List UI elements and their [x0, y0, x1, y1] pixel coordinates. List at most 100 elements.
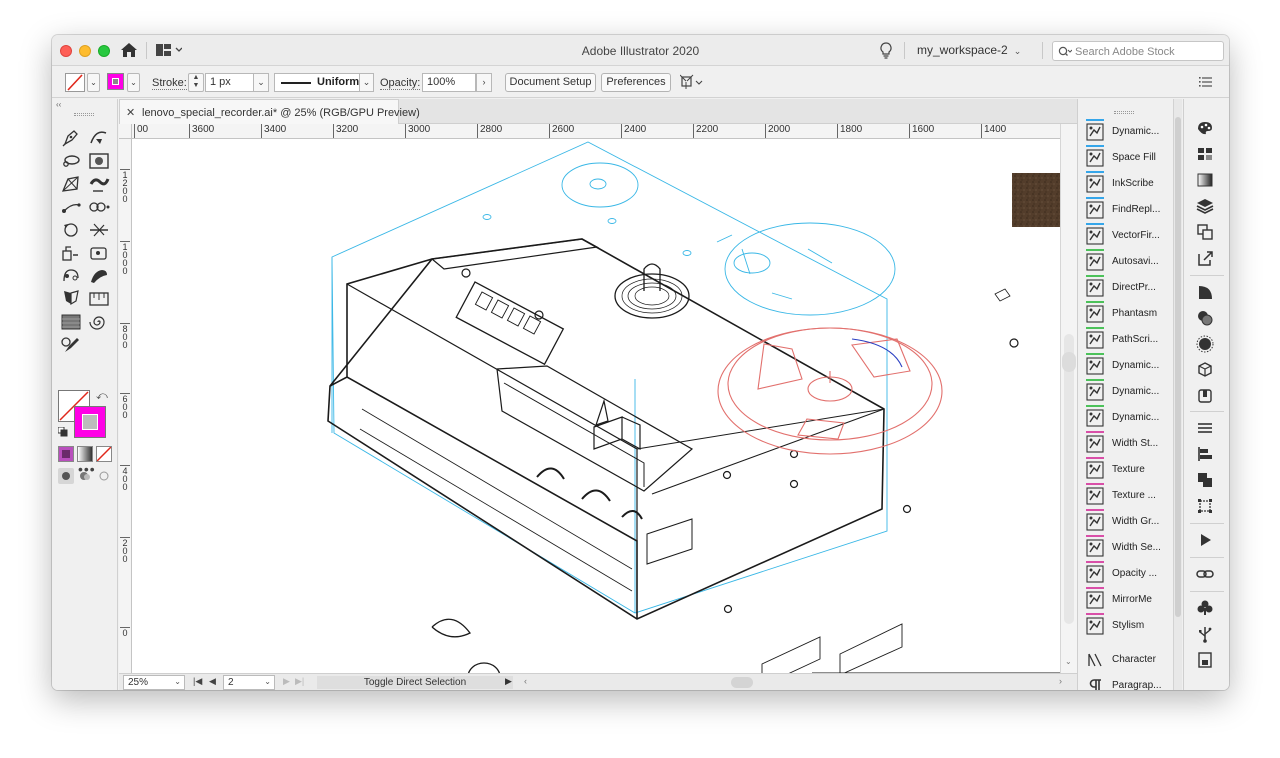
transform-panel-icon[interactable] [1196, 497, 1214, 515]
pen-tool-icon[interactable] [60, 127, 82, 147]
artboards-panel-icon[interactable] [1196, 223, 1214, 241]
line-segment-tool-icon[interactable] [60, 197, 82, 217]
recorder-illustration[interactable] [132, 139, 1060, 673]
document-tab[interactable]: ✕ lenovo_special_recorder.ai* @ 25% (RGB… [119, 99, 420, 124]
none-mode-button[interactable] [96, 446, 112, 462]
color-panel-icon[interactable] [1196, 119, 1214, 137]
opacity-flyout-button[interactable]: › [476, 73, 492, 92]
gradient-mode-button[interactable] [77, 446, 93, 462]
layers-panel-icon[interactable] [1196, 197, 1214, 215]
scissors-tool-icon[interactable] [88, 220, 110, 240]
vertical-ruler[interactable]: 1 2 0 0 1 0 0 0 8 0 0 6 0 0 4 0 0 2 0 0 … [119, 139, 132, 673]
ruler-origin[interactable] [119, 124, 132, 139]
plugin-item[interactable]: DirectPr... [1084, 275, 1168, 299]
home-icon[interactable] [120, 42, 138, 58]
panel-grip[interactable] [1114, 111, 1134, 114]
actions-panel-icon[interactable] [1196, 531, 1214, 549]
usb-plugin-icon[interactable] [1196, 625, 1214, 643]
edit-toolbar-icon[interactable]: ••• [78, 461, 96, 477]
lightbulb-icon[interactable] [880, 42, 892, 59]
pathfinder-panel-icon[interactable] [1196, 471, 1214, 489]
panel-menu-icon[interactable] [1199, 76, 1213, 88]
close-window-button[interactable] [60, 45, 72, 57]
previous-artboard-icon[interactable]: ◀ [209, 676, 216, 687]
opacity-label[interactable]: Opacity: [380, 77, 421, 90]
symbol-sprayer-tool-icon[interactable] [88, 243, 110, 263]
plugin-item[interactable]: Phantasm [1084, 301, 1168, 325]
plugin-item[interactable]: Autosavi... [1084, 249, 1168, 273]
plugin-item[interactable]: Texture [1084, 457, 1168, 481]
texture-tool-icon[interactable] [60, 312, 82, 332]
stock-search-input[interactable] [1075, 44, 1221, 59]
plugin-item[interactable]: PathScri... [1084, 327, 1168, 351]
asset-export-panel-icon[interactable] [1196, 387, 1214, 405]
plugin-item[interactable]: Character [1084, 647, 1168, 671]
scroll-down-icon[interactable]: ⌄ [1065, 657, 1072, 666]
opacity-field[interactable]: 100% [422, 73, 476, 92]
rotate-tool-icon[interactable] [60, 220, 82, 240]
curvature-tool-icon[interactable] [88, 127, 110, 147]
swap-fill-stroke-icon[interactable]: ⤺ [96, 390, 108, 403]
puppet-warp-tool-icon[interactable] [60, 266, 82, 286]
panel-grip[interactable] [74, 113, 94, 116]
shape-builder-tool-icon[interactable] [60, 243, 82, 263]
symbols-club-icon[interactable] [1196, 599, 1214, 617]
minimize-window-button[interactable] [79, 45, 91, 57]
stroke-profile-dropdown[interactable]: ⌄ [359, 73, 374, 92]
width-brush-tool-icon[interactable] [88, 266, 110, 286]
next-artboard-icon[interactable]: ▶ [283, 676, 290, 687]
close-tab-icon[interactable]: ✕ [126, 106, 135, 119]
stroke-weight-dropdown[interactable]: ⌄ [253, 73, 269, 92]
lasso-tool-icon[interactable] [60, 151, 82, 171]
stroke-weight-field[interactable]: 1 px [205, 73, 254, 92]
stroke-swatch[interactable] [65, 73, 85, 92]
draw-normal-icon[interactable] [58, 468, 74, 484]
plugin-item[interactable]: Dynamic... [1084, 405, 1168, 429]
plugin-item[interactable]: Space Fill [1084, 145, 1168, 169]
plugin-item[interactable]: VectorFir... [1084, 223, 1168, 247]
plugins-scroll-thumb[interactable] [1175, 117, 1181, 617]
stroke-swatch-dropdown[interactable]: ⌄ [87, 73, 100, 92]
spiral-tool-icon[interactable] [88, 312, 110, 332]
brushes-panel-icon[interactable] [1196, 335, 1214, 353]
plugin-item[interactable]: FindRepl... [1084, 197, 1168, 221]
draw-inside-icon[interactable] [96, 468, 112, 484]
plugin-item[interactable]: Stylism [1084, 613, 1168, 637]
plugin-item[interactable]: Width St... [1084, 431, 1168, 455]
export-panel-icon[interactable] [1196, 249, 1214, 267]
stroke-weight-stepper[interactable]: ▲ ▼ [188, 73, 204, 92]
fill-swatch-dropdown[interactable]: ⌄ [127, 73, 140, 92]
artboard-canvas[interactable] [132, 139, 1060, 673]
blob-brush-tool-icon[interactable] [88, 174, 110, 194]
plugin-item[interactable]: MirrorMe [1084, 587, 1168, 611]
plugin-item[interactable]: InkScribe [1084, 171, 1168, 195]
stroke-color-box[interactable] [74, 406, 106, 438]
stroke-profile-selector[interactable]: Uniform [274, 73, 372, 92]
gradient-mesh-tool-icon[interactable] [60, 174, 82, 194]
plugin-item[interactable]: Texture ... [1084, 483, 1168, 507]
plugin-item[interactable]: Dynamic... [1084, 353, 1168, 377]
scroll-left-icon[interactable]: ‹ [524, 676, 527, 686]
transparency-panel-icon[interactable] [1196, 283, 1214, 301]
collapse-panel-icon[interactable]: ‹‹ [56, 100, 61, 109]
scrollbar-thumb[interactable] [1062, 352, 1076, 372]
vertical-scrollbar[interactable]: ⌄ [1060, 124, 1077, 673]
artboard-number-field[interactable]: 2 ⌄ [223, 675, 275, 690]
stock-search-box[interactable] [1052, 41, 1224, 61]
plugin-item[interactable]: Paragrap... [1084, 673, 1168, 690]
status-menu-icon[interactable]: ▶ [505, 676, 512, 687]
workspace-switcher[interactable]: my_workspace-2 ⌄ [917, 43, 1021, 57]
plugin-item[interactable]: Dynamic... [1084, 379, 1168, 403]
scrollbar-track[interactable] [1064, 334, 1074, 624]
color-mode-button[interactable] [58, 446, 74, 462]
first-artboard-icon[interactable]: |◀ [193, 676, 202, 687]
fill-swatch[interactable] [107, 73, 124, 90]
plugin-item[interactable]: Width Gr... [1084, 509, 1168, 533]
status-text[interactable]: Toggle Direct Selection [317, 676, 513, 689]
maximize-window-button[interactable] [98, 45, 110, 57]
stroke-panel-icon[interactable] [1196, 419, 1214, 437]
document-setup-button[interactable]: Document Setup [505, 73, 596, 92]
zoom-field[interactable]: 25% ⌄ [123, 675, 185, 690]
swatches-panel-icon[interactable] [1196, 145, 1214, 163]
symbols-panel-icon[interactable] [1196, 361, 1214, 379]
